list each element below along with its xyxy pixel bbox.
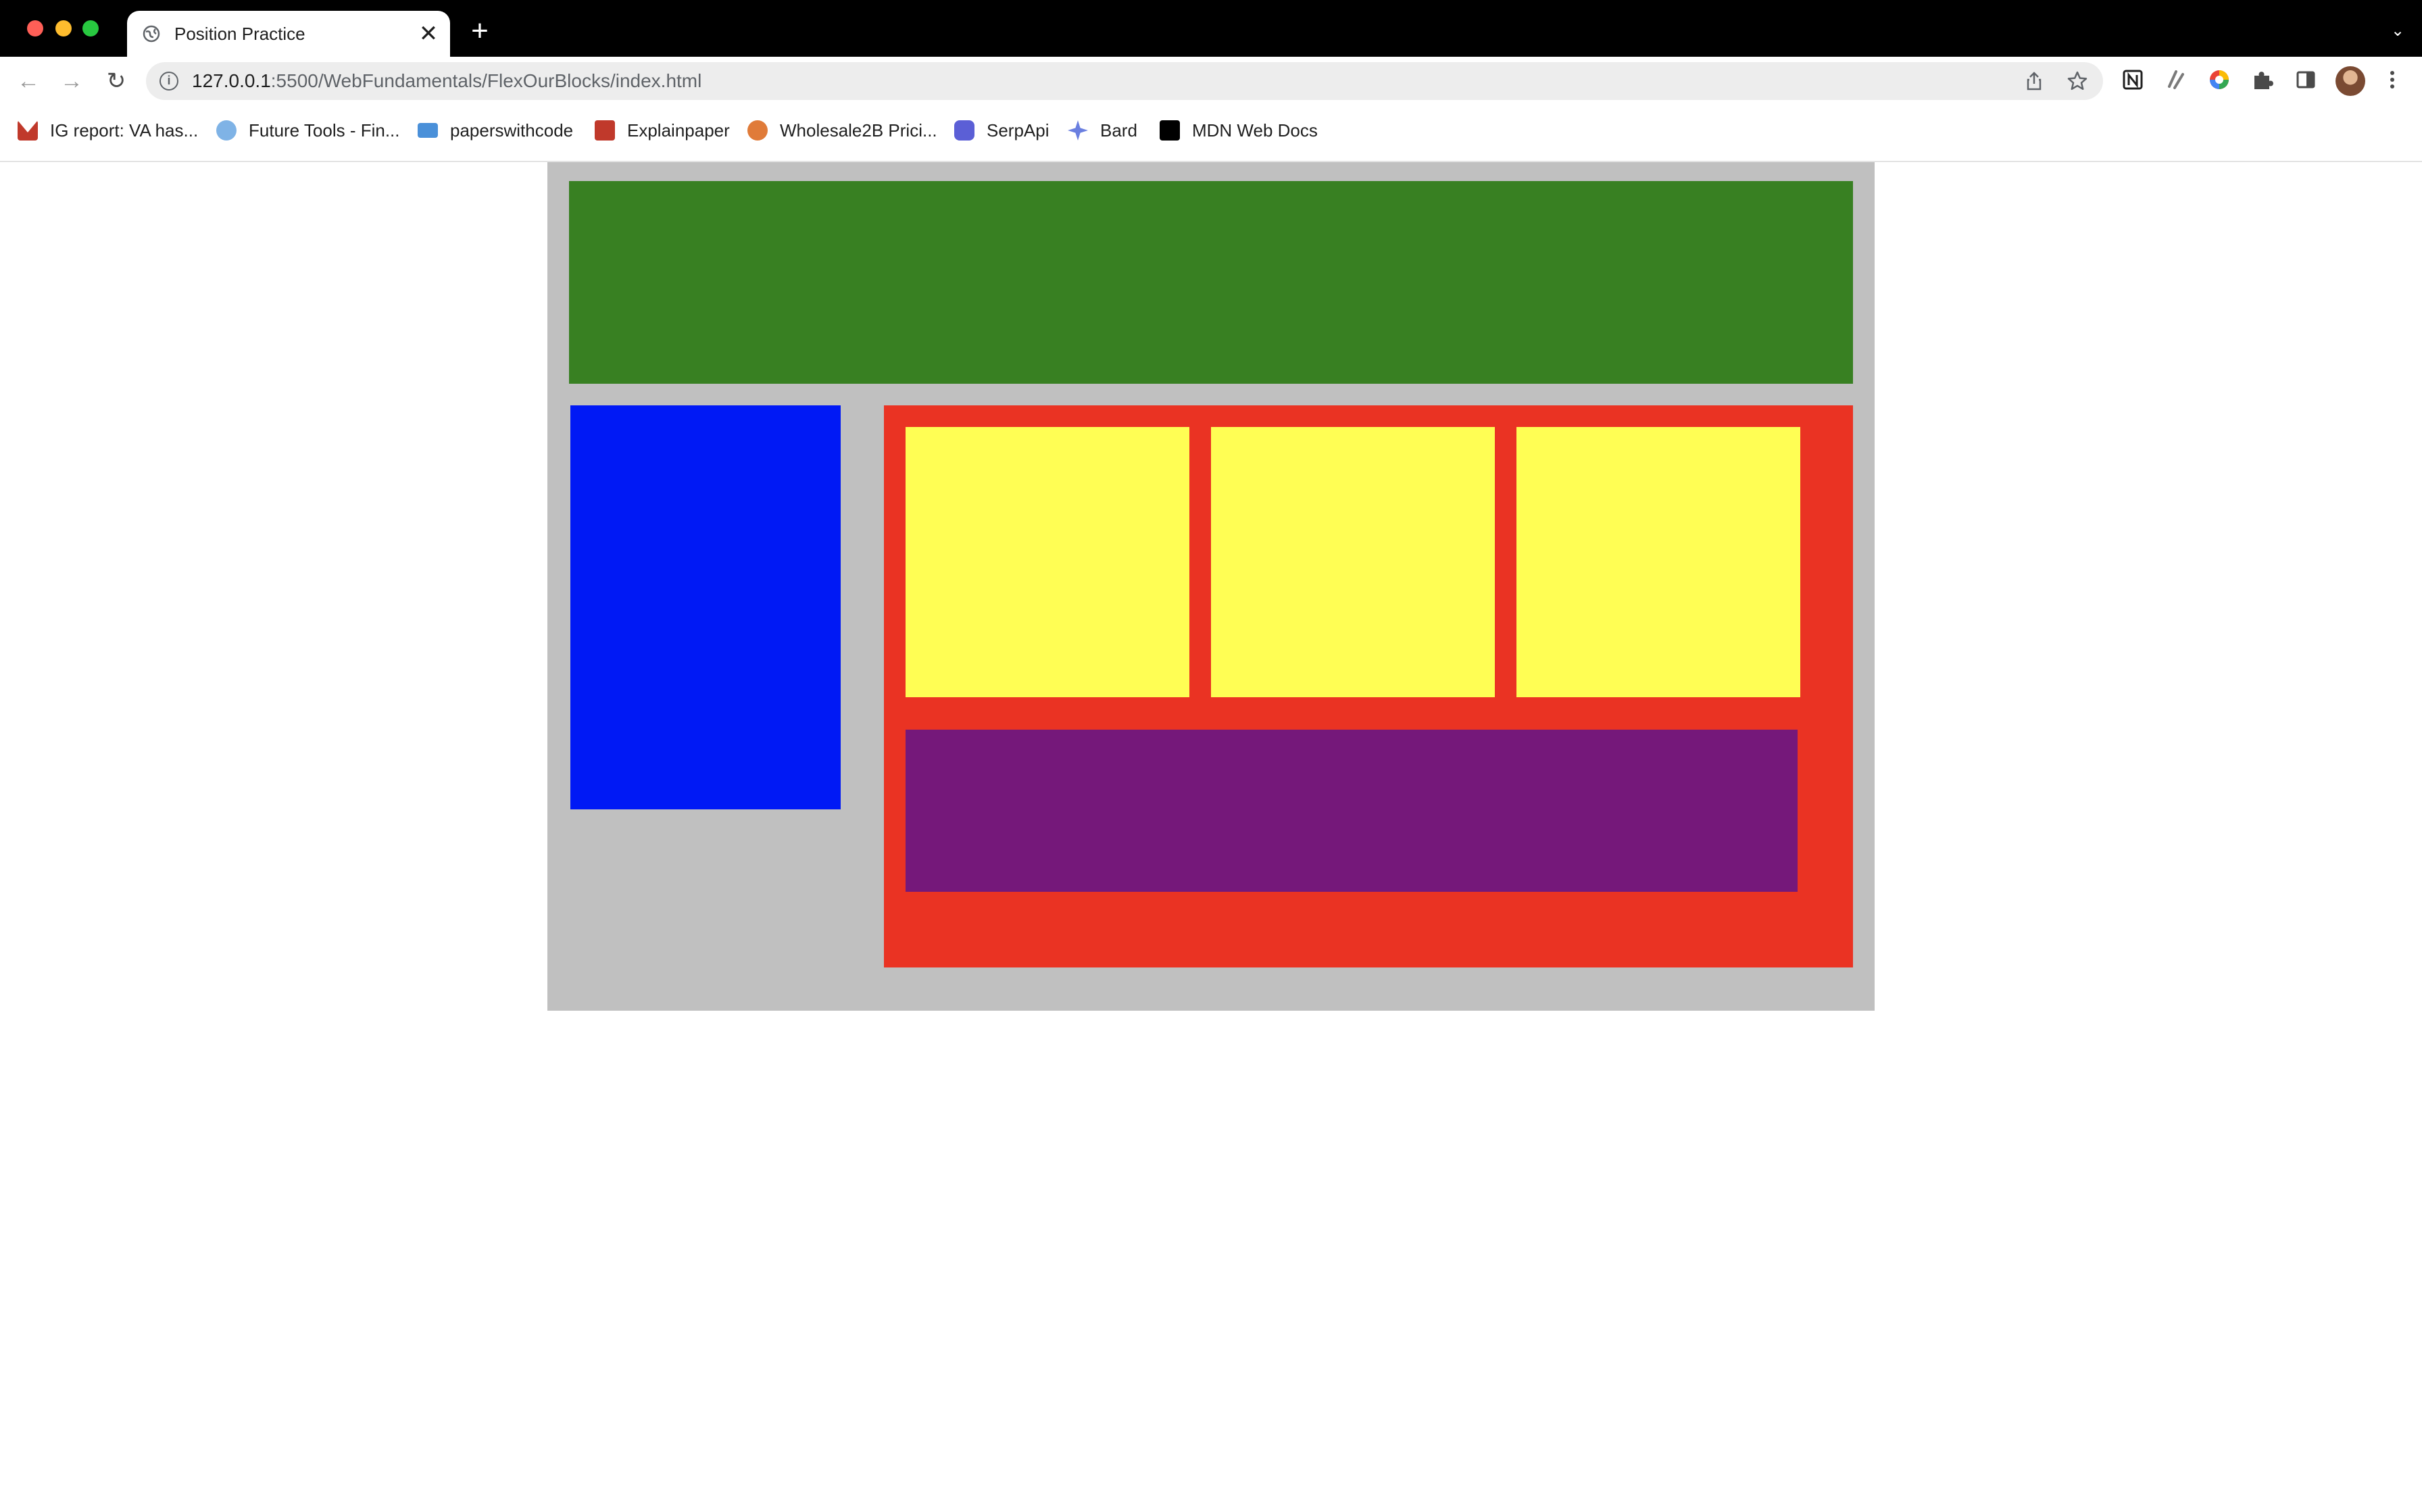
reload-button[interactable]: ↻ bbox=[100, 65, 132, 97]
bookmark-item[interactable]: Wholesale2B Prici... bbox=[747, 108, 937, 153]
bookmark-star-icon[interactable] bbox=[2067, 70, 2088, 92]
bookmark-item[interactable]: Bard bbox=[1068, 108, 1137, 153]
bookmark-item[interactable]: SerpApi bbox=[954, 108, 1049, 153]
serpapi-icon bbox=[954, 120, 974, 141]
bookmark-item[interactable]: IG report: VA has... bbox=[18, 108, 198, 153]
bookmark-item[interactable]: MDN Web Docs bbox=[1160, 108, 1318, 153]
paperswithcode-icon bbox=[418, 123, 438, 138]
wholesale2b-icon bbox=[747, 120, 768, 141]
notion-extension-icon[interactable] bbox=[2119, 66, 2146, 93]
browser-toolbar: ← → ↻ i 127.0.0.1:5500/WebFundamentals/F… bbox=[0, 57, 2422, 162]
bookmark-item[interactable]: paperswithcode bbox=[418, 108, 573, 153]
ig-report-icon bbox=[18, 120, 38, 141]
puzzle-extensions-icon[interactable] bbox=[2249, 66, 2276, 93]
content-block bbox=[1211, 427, 1495, 697]
content-block bbox=[906, 427, 1189, 697]
sidebar-block bbox=[570, 405, 841, 809]
back-button[interactable]: ← bbox=[12, 65, 45, 97]
bookmark-item[interactable]: Explainpaper bbox=[595, 108, 730, 153]
browser-titlebar: Position Practice ✕ + ⌄ bbox=[0, 0, 2422, 57]
layout-wrapper bbox=[547, 162, 1875, 1011]
tab-close-icon[interactable]: ✕ bbox=[418, 22, 439, 45]
header-block bbox=[569, 181, 1853, 384]
globe-icon bbox=[143, 25, 160, 43]
footer-block bbox=[906, 730, 1798, 892]
maximize-window-button[interactable] bbox=[82, 20, 99, 36]
page-viewport bbox=[0, 162, 2422, 1512]
bookmark-item[interactable]: Future Tools - Fin... bbox=[216, 108, 400, 153]
minimize-window-button[interactable] bbox=[55, 20, 72, 36]
address-url[interactable]: 127.0.0.1:5500/WebFundamentals/FlexOurBl… bbox=[192, 62, 701, 100]
mdn-icon bbox=[1160, 120, 1180, 141]
new-tab-button[interactable]: + bbox=[466, 16, 493, 46]
share-icon[interactable] bbox=[2023, 70, 2045, 92]
forward-button[interactable]: → bbox=[55, 65, 88, 97]
extension-icon[interactable] bbox=[2162, 66, 2190, 93]
future-tools-icon bbox=[216, 120, 237, 141]
browser-tab-active[interactable]: Position Practice ✕ bbox=[127, 11, 450, 57]
bard-icon bbox=[1068, 120, 1088, 141]
side-panel-icon[interactable] bbox=[2292, 66, 2319, 93]
profile-avatar[interactable] bbox=[2336, 66, 2365, 96]
main-content-block bbox=[884, 405, 1853, 967]
tab-title: Position Practice bbox=[174, 24, 305, 44]
more-menu-icon[interactable] bbox=[2379, 66, 2406, 93]
site-info-icon[interactable]: i bbox=[159, 72, 178, 91]
color-extension-icon[interactable] bbox=[2206, 66, 2233, 93]
explainpaper-icon bbox=[595, 120, 615, 141]
close-window-button[interactable] bbox=[27, 20, 43, 36]
content-block bbox=[1516, 427, 1800, 697]
bookmarks-bar: IG report: VA has... Future Tools - Fin.… bbox=[0, 108, 2422, 153]
address-bar[interactable]: i 127.0.0.1:5500/WebFundamentals/FlexOur… bbox=[146, 62, 2103, 100]
tab-search-button[interactable]: ⌄ bbox=[2386, 19, 2410, 43]
